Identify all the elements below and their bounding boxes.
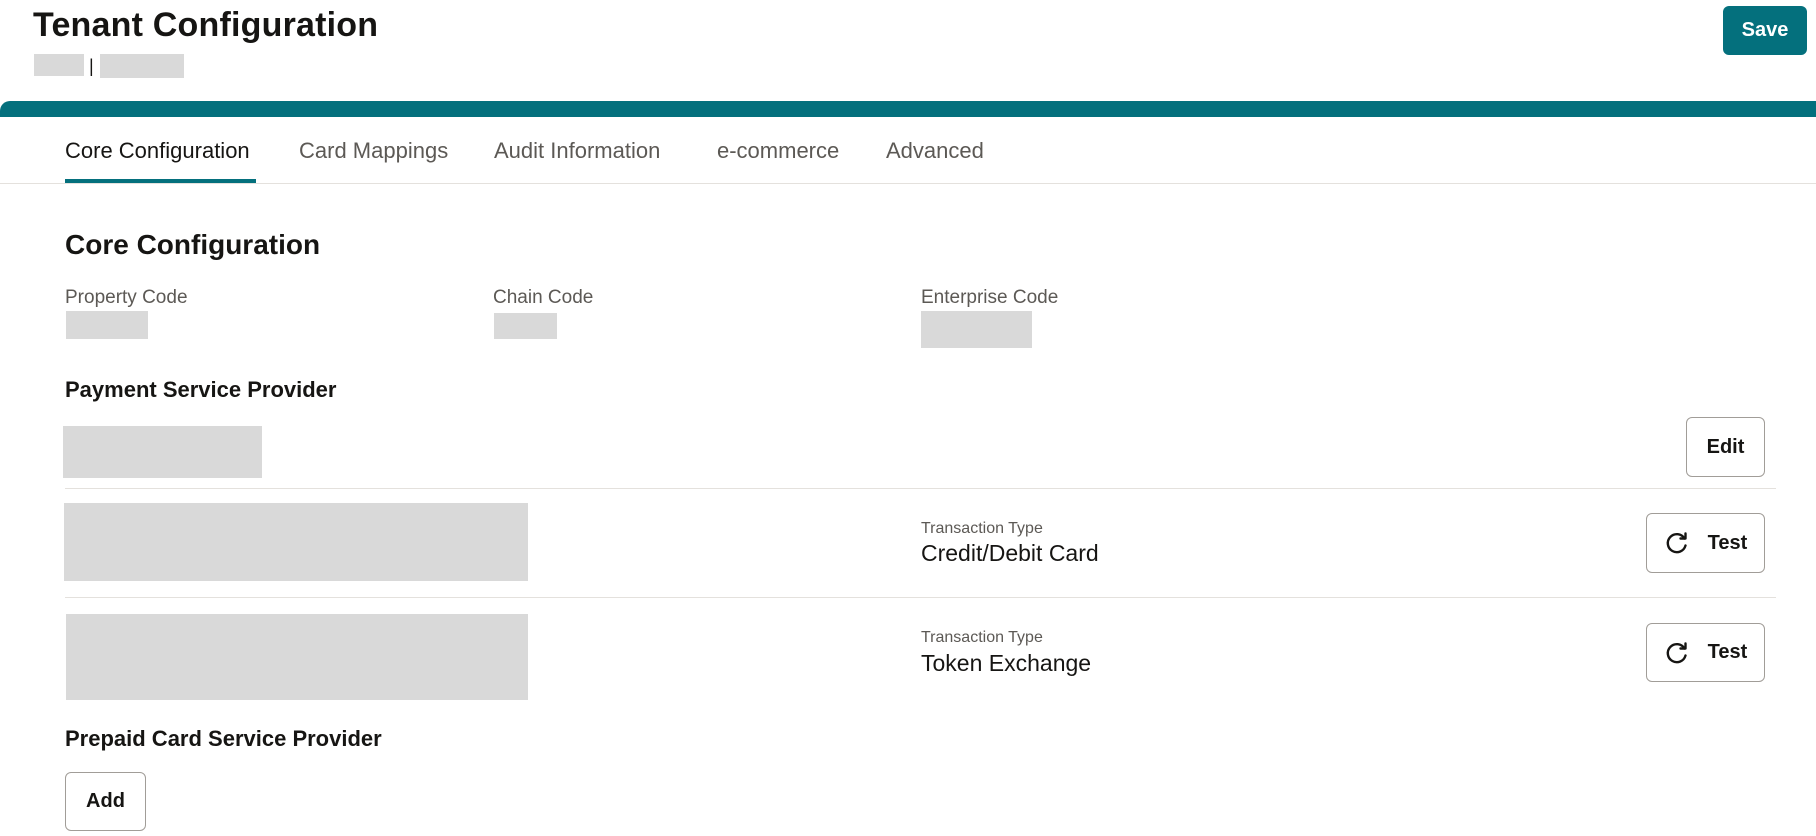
- enterprise-code-value-redacted: [921, 311, 1032, 348]
- header-accent-bar: [0, 101, 1816, 117]
- row-divider-1: [65, 488, 1776, 489]
- tab-core-configuration[interactable]: Core Configuration: [65, 138, 250, 164]
- transaction-type-value: Token Exchange: [921, 650, 1092, 676]
- chain-code-label: Chain Code: [493, 287, 594, 308]
- transaction-2-name-redacted: [66, 614, 528, 700]
- section-title: Core Configuration: [65, 229, 321, 260]
- test-button-label: Test: [1707, 531, 1748, 554]
- property-code-value-redacted: [66, 311, 148, 339]
- save-button[interactable]: Save: [1723, 6, 1807, 55]
- test-button[interactable]: Test: [1646, 513, 1765, 573]
- property-code-label: Property Code: [65, 287, 188, 308]
- subtitle-separator: |: [89, 56, 94, 76]
- transaction-type-label: Transaction Type: [921, 520, 1043, 537]
- enterprise-code-label: Enterprise Code: [921, 287, 1059, 308]
- row-divider-2: [65, 597, 1776, 598]
- page-title: Tenant Configuration: [33, 6, 379, 44]
- prepaid-card-service-provider-heading: Prepaid Card Service Provider: [65, 726, 382, 751]
- active-tab-indicator: [65, 179, 256, 183]
- payment-service-provider-heading: Payment Service Provider: [65, 377, 337, 402]
- payment-provider-name-redacted: [63, 426, 262, 478]
- test-button[interactable]: Test: [1646, 623, 1765, 682]
- refresh-icon: [1664, 530, 1690, 556]
- transaction-1-name-redacted: [64, 503, 528, 581]
- tab-advanced[interactable]: Advanced: [886, 138, 984, 164]
- add-button[interactable]: Add: [65, 772, 146, 831]
- tab-bar: Core Configuration Card Mappings Audit I…: [0, 117, 1816, 184]
- tab-card-mappings[interactable]: Card Mappings: [299, 138, 448, 164]
- tab-audit-information[interactable]: Audit Information: [494, 138, 660, 164]
- refresh-icon: [1664, 640, 1690, 666]
- transaction-type-label: Transaction Type: [921, 629, 1043, 646]
- subtitle-redacted-2: [100, 54, 184, 78]
- transaction-type-value: Credit/Debit Card: [921, 540, 1099, 566]
- edit-button[interactable]: Edit: [1686, 417, 1765, 477]
- tab-e-commerce[interactable]: e-commerce: [717, 138, 839, 164]
- test-button-label: Test: [1707, 641, 1748, 663]
- chain-code-value-redacted: [494, 313, 557, 339]
- subtitle-redacted-1: [34, 54, 84, 76]
